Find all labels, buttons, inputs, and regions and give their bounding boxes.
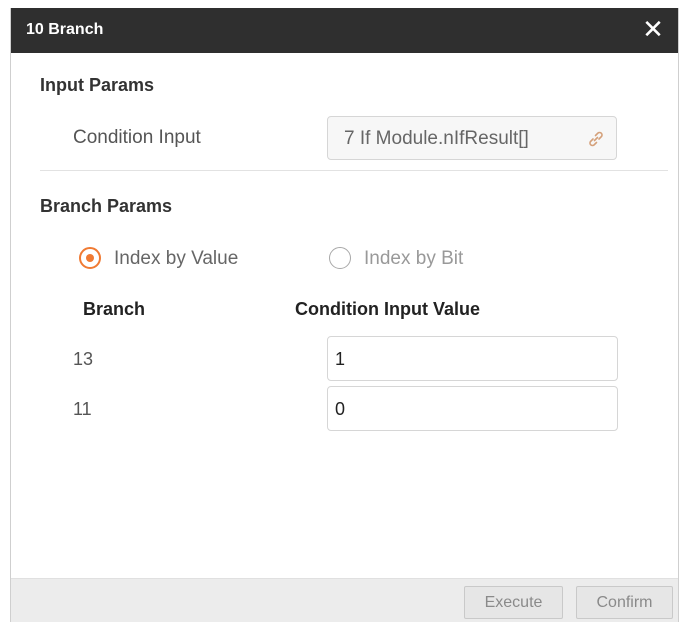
condition-input-value: 7 If Module.nIfResult[] [344, 128, 529, 149]
condition-value-input[interactable]: 1 [327, 336, 618, 381]
dialog-title: 10 Branch [26, 21, 104, 38]
condition-value-column-header: Condition Input Value [295, 299, 480, 319]
branch-row-label: 11 [73, 399, 92, 419]
branch-dialog: 10 Branch ✕ Input Params Condition Input… [10, 8, 679, 622]
condition-value-text: 0 [335, 399, 346, 419]
input-params-heading: Input Params [40, 75, 155, 95]
branch-params-heading: Branch Params [40, 196, 173, 216]
condition-value-text: 1 [335, 349, 346, 369]
condition-input-label: Condition Input [73, 127, 201, 148]
execute-button[interactable]: Execute [464, 586, 563, 619]
confirm-button[interactable]: Confirm [576, 586, 673, 619]
index-by-value-label[interactable]: Index by Value [114, 248, 238, 270]
close-icon[interactable]: ✕ [640, 14, 666, 44]
dialog-footer: Execute Confirm [11, 578, 678, 622]
condition-input-field[interactable]: 7 If Module.nIfResult[] [327, 116, 617, 160]
index-by-bit-radio[interactable] [329, 247, 351, 269]
section-divider [40, 170, 668, 171]
condition-value-input[interactable]: 0 [327, 386, 618, 431]
branch-row-label: 13 [73, 349, 94, 369]
branch-column-header: Branch [83, 299, 146, 319]
index-by-bit-label[interactable]: Index by Bit [364, 248, 463, 270]
index-by-value-radio[interactable] [79, 247, 101, 269]
link-icon[interactable] [586, 129, 606, 149]
title-bar: 10 Branch ✕ [11, 8, 678, 53]
